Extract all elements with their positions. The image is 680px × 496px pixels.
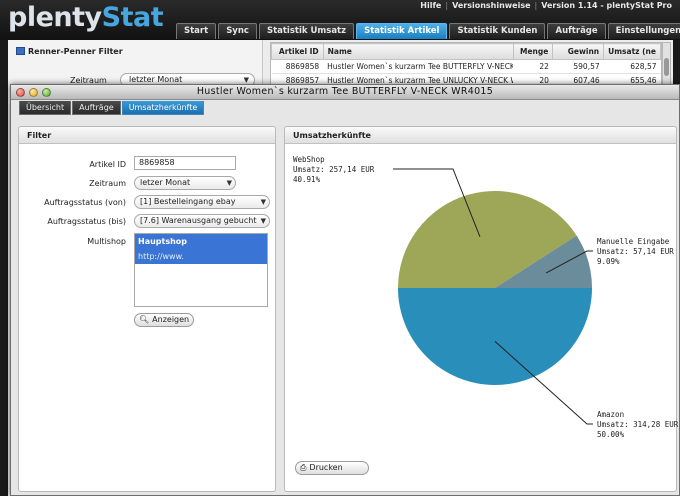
- tab-uebersicht[interactable]: Übersicht: [19, 101, 72, 115]
- pie-label-amount: Umsatz: 57,14 EUR: [597, 247, 674, 256]
- chevron-down-icon: ▼: [260, 217, 266, 225]
- release-notes-link[interactable]: Versionshinweise: [452, 1, 530, 10]
- app-logo: plentyStat: [8, 2, 164, 34]
- renner-penner-title: Renner-Penner Filter: [16, 47, 123, 56]
- pie-label-name: Amazon: [597, 410, 625, 419]
- tab-auftraege[interactable]: Aufträge: [547, 23, 606, 39]
- col-artikel-id[interactable]: Artikel ID: [271, 43, 324, 60]
- pie-label-percent: 9.09%: [597, 257, 620, 266]
- status-von-select[interactable]: [1] Bestelleingang ebay ▼: [134, 195, 270, 209]
- table-scrollbar[interactable]: [662, 42, 671, 88]
- chevron-down-icon: ▼: [260, 198, 266, 206]
- filter-panel: Filter Artikel ID 8869858 Zeitraum letze…: [18, 126, 276, 492]
- top-links: Hilfe | Versionshinweise | Version 1.14 - pl…: [420, 1, 672, 10]
- cell-artikel-id: 8869858: [271, 59, 324, 74]
- zeitraum-select-value: letzer Monat: [140, 178, 191, 187]
- dialog-title: Hustler Women`s kurzarm Tee BUTTERFLY V-…: [196, 86, 494, 97]
- renner-penner-title-text: Renner-Penner Filter: [28, 47, 123, 56]
- tab-einstellungen[interactable]: Einstellungen: [607, 23, 680, 39]
- chart-panel: Umsatzherkünfte ⎙ Drucken WebShop Umsatz: …: [284, 126, 678, 492]
- multishop-item-hauptshop[interactable]: Hauptshop: [135, 234, 267, 249]
- pie-label-name: WebShop: [293, 155, 325, 164]
- multishop-list[interactable]: Hauptshop http://www.: [134, 233, 268, 307]
- zeitraum-label-dialog: Zeitraum: [89, 179, 126, 188]
- main-tabs: Start Sync Statistik Umsatz Statistik Ar…: [176, 23, 680, 39]
- artikel-id-field[interactable]: 8869858: [134, 156, 236, 170]
- anzeigen-label: Anzeigen: [152, 315, 190, 324]
- cell-menge: 22: [513, 59, 553, 74]
- pie-label-webshop: WebShop Umsatz: 257,14 EUR 40.91%: [293, 155, 374, 185]
- col-name[interactable]: Name: [322, 43, 514, 60]
- drucken-button[interactable]: ⎙ Drucken: [295, 461, 369, 475]
- version-label: Version 1.14 - plentyStat Pro: [541, 1, 672, 10]
- tab-statistik-kunden[interactable]: Statistik Kunden: [449, 23, 546, 39]
- artikel-id-label: Artikel ID: [89, 160, 126, 169]
- pie-label-manuelle-eingabe: Manuelle Eingabe Umsatz: 57,14 EUR 9.09%: [597, 237, 674, 267]
- pie-label-name: Manuelle Eingabe: [597, 237, 670, 246]
- tab-auftraege-dialog[interactable]: Aufträge: [72, 101, 121, 115]
- magnifier-icon: 🔍︎: [139, 315, 150, 324]
- zeitraum-select-dialog[interactable]: letzer Monat ▼: [134, 176, 236, 190]
- cell-umsatz: 628,57: [603, 59, 661, 74]
- pie-label-amazon: Amazon Umsatz: 314,28 EUR 50.00%: [597, 410, 678, 440]
- tab-statistik-umsatz[interactable]: Statistik Umsatz: [258, 23, 355, 39]
- col-umsatz[interactable]: Umsatz (ne: [603, 43, 661, 60]
- status-bis-value: [7.6] Warenausgang gebucht: [140, 216, 257, 225]
- tab-sync[interactable]: Sync: [218, 23, 257, 39]
- pie-label-percent: 40.91%: [293, 175, 321, 184]
- multishop-item-url[interactable]: http://www.: [135, 249, 267, 264]
- dialog-tabs: Übersicht Aufträge Umsatzherkünfte: [19, 101, 205, 115]
- help-link[interactable]: Hilfe: [420, 1, 441, 10]
- filter-icon: [16, 47, 25, 55]
- cell-name: Hustler Women`s kurzarm Tee BUTTERFLY V-…: [323, 59, 514, 74]
- pie-slice-amazon: [398, 288, 592, 385]
- tab-umsatzherkuenfte[interactable]: Umsatzherkünfte: [121, 101, 205, 115]
- pie-label-amount: Umsatz: 314,28 EUR: [597, 420, 679, 429]
- filter-panel-title: Filter: [19, 127, 275, 144]
- tab-start[interactable]: Start: [176, 23, 217, 39]
- scrollbar-thumb[interactable]: [664, 58, 669, 76]
- pie-label-percent: 50.00%: [597, 430, 625, 439]
- col-gewinn[interactable]: Gewinn: [552, 43, 605, 60]
- anzeigen-button[interactable]: 🔍︎ Anzeigen: [134, 313, 194, 327]
- status-von-label: Auftragsstatus (von): [44, 198, 126, 207]
- chevron-down-icon: ▼: [226, 179, 232, 187]
- logo-part-2: Stat: [101, 2, 164, 33]
- chart-panel-title: Umsatzherkünfte: [285, 127, 676, 144]
- screen: plentyStat Hilfe | Versionshinweise | Versio…: [0, 0, 680, 496]
- pie-label-amount: Umsatz: 257,14 EUR: [293, 165, 375, 174]
- logo-part-1: plenty: [8, 2, 102, 33]
- drucken-label: Drucken: [309, 463, 343, 472]
- app-header: plentyStat Hilfe | Versionshinweise | Versio…: [0, 0, 680, 40]
- zeitraum-value: letzter Monat: [129, 75, 183, 84]
- table-row[interactable]: 8869858 Hustler Women`s kurzarm Tee BUTT…: [271, 59, 661, 74]
- col-menge[interactable]: Menge: [512, 43, 554, 60]
- dialog-titlebar[interactable]: Hustler Women`s kurzarm Tee BUTTERFLY V-…: [11, 85, 679, 100]
- article-table: Artikel ID Name Menge Gewinn Umsatz (ne …: [270, 42, 662, 88]
- status-bis-label: Auftragsstatus (bis): [47, 217, 126, 226]
- cell-gewinn: 590,57: [552, 59, 604, 74]
- article-dialog: Hustler Women`s kurzarm Tee BUTTERFLY V-…: [10, 84, 680, 496]
- multishop-label: Multishop: [87, 237, 126, 246]
- pie-chart: [393, 168, 593, 425]
- status-von-value: [1] Bestelleingang ebay: [140, 197, 236, 206]
- printer-icon: ⎙: [300, 463, 307, 472]
- status-bis-select[interactable]: [7.6] Warenausgang gebucht ▼: [134, 214, 270, 228]
- tab-statistik-artikel[interactable]: Statistik Artikel: [356, 23, 448, 39]
